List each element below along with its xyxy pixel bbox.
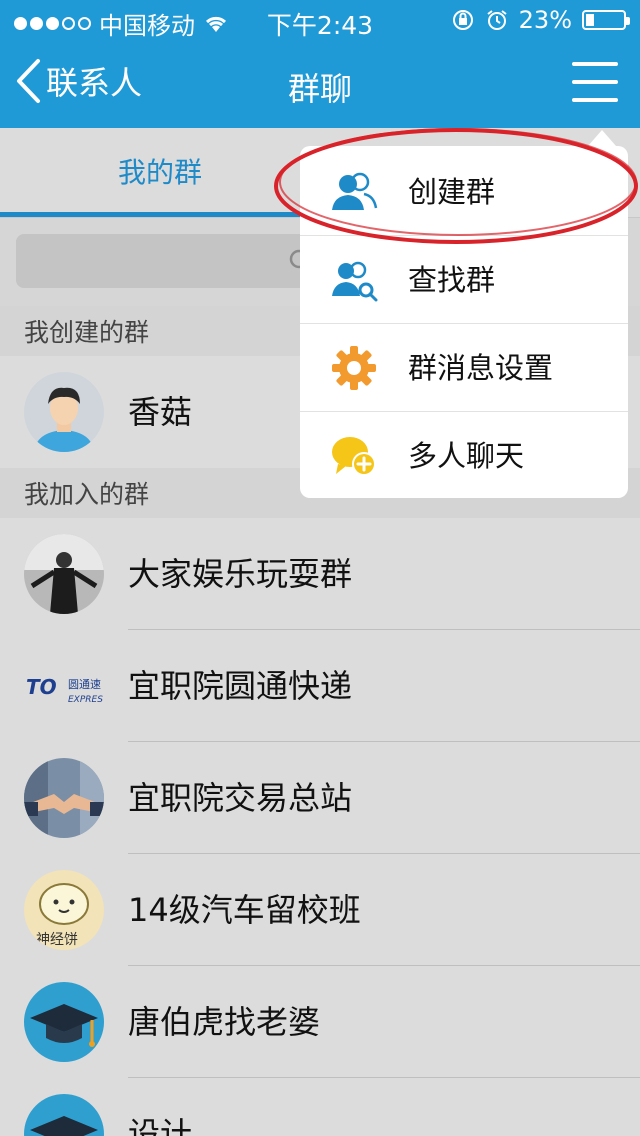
create-group-icon [332, 172, 378, 210]
alarm-icon [487, 10, 507, 30]
person-avatar-icon [24, 372, 104, 452]
group-name: 设计 [128, 1115, 193, 1136]
cartoon-avatar-text: 神经饼 [36, 932, 78, 948]
yto-logo: TO 圆通速 EXPRES [24, 646, 104, 726]
graduation-cap-icon [24, 1094, 104, 1136]
battery-icon [582, 10, 630, 30]
page-title: 群聊 [287, 70, 352, 108]
group-row[interactable]: TO 圆通速 EXPRES 宜职院圆通快递 [0, 630, 640, 742]
group-name: 宜职院交易总站 [128, 779, 353, 817]
graduation-cap-icon [24, 982, 104, 1062]
svg-text:TO: TO [26, 675, 57, 699]
group-name: 香菇 [128, 393, 193, 431]
top-bar: 中国移动 下午2:43 23% 联系人 群聊 [0, 0, 640, 128]
multi-chat-icon [332, 437, 376, 476]
group-name: 宜职院圆通快递 [128, 667, 353, 705]
menu-item-find-group[interactable]: 查找群 [300, 236, 628, 324]
tab-my-groups[interactable]: 我的群 [0, 128, 320, 218]
find-group-icon [332, 261, 378, 302]
cartoon-avatar: 神经饼 [24, 870, 104, 950]
group-row[interactable]: 设计 [0, 1078, 640, 1136]
menu-item-group-message-settings[interactable]: 群消息设置 [300, 324, 628, 412]
group-row[interactable]: 大家娱乐玩耍群 [0, 518, 640, 630]
group-row[interactable]: 宜职院交易总站 [0, 742, 640, 854]
menu-item-label: 群消息设置 [408, 351, 554, 385]
group-name: 唐伯虎找老婆 [128, 1003, 321, 1041]
menu-item-label: 创建群 [408, 175, 496, 209]
photo-avatar [24, 534, 104, 614]
group-row[interactable]: 唐伯虎找老婆 [0, 966, 640, 1078]
menu-item-create-group[interactable]: 创建群 [300, 148, 628, 236]
navigation-bar: 联系人 群聊 [0, 40, 640, 128]
group-name: 14级汽车留校班 [128, 891, 361, 929]
menu-icon[interactable] [572, 60, 618, 104]
menu-item-label: 多人聊天 [408, 439, 525, 473]
gear-icon [332, 346, 376, 390]
menu-item-multi-chat[interactable]: 多人聊天 [300, 412, 628, 500]
rotation-lock-icon [452, 10, 473, 30]
popup-menu: 创建群 查找群 群消息设置 多人聊天 [300, 130, 628, 500]
yto-logo-sub: EXPRES [68, 695, 103, 705]
menu-item-label: 查找群 [408, 263, 496, 297]
active-tab-indicator [0, 212, 320, 217]
group-row[interactable]: 神经饼 14级汽车留校班 [0, 854, 640, 966]
battery-percentage: 23% [518, 6, 572, 34]
status-bar: 中国移动 下午2:43 23% [0, 0, 640, 40]
handshake-avatar [24, 758, 104, 838]
group-name: 大家娱乐玩耍群 [128, 555, 353, 593]
yto-logo-text: 圆通速 [68, 678, 101, 691]
